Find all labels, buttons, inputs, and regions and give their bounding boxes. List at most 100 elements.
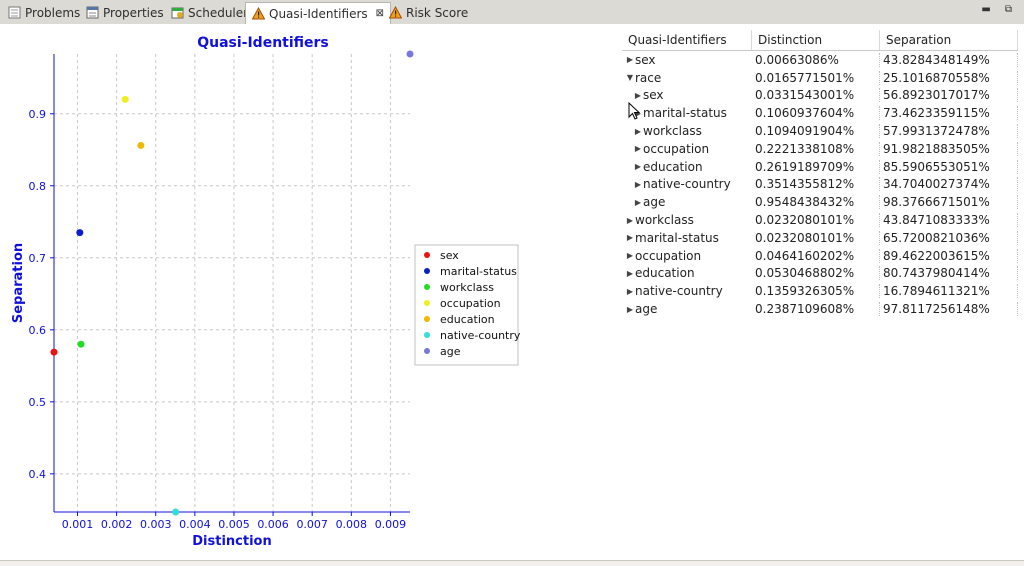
data-point-occupation xyxy=(121,95,129,103)
separation-cell: 25.1016870558% xyxy=(880,70,1018,85)
chart-title: Quasi-Identifiers xyxy=(197,35,329,51)
quasi-identifier-cell: ▶ sex xyxy=(622,88,752,102)
table-row[interactable]: ▶ education 0.0530468802% 80.7437980414% xyxy=(622,265,1018,283)
separation-cell: 97.8117256148% xyxy=(880,302,1018,317)
y-tick-label: 0.7 xyxy=(29,252,47,265)
legend-label-marital-status: marital-status xyxy=(440,265,517,278)
minimize-icon[interactable]: ▬ xyxy=(981,4,990,15)
table-header: Quasi-Identifiers Distinction Separation xyxy=(622,30,1018,51)
row-name: workclass xyxy=(643,124,702,139)
tab-quasi-identifiers[interactable]: Quasi-Identifiers ⊠ xyxy=(245,2,392,24)
row-name: workclass xyxy=(635,213,694,228)
table-row[interactable]: ▶ marital-status 0.1060937604% 73.462335911… xyxy=(622,104,1018,122)
expand-arrow-icon[interactable]: ▶ xyxy=(633,180,643,189)
quasi-identifier-cell: ▶ native-country xyxy=(622,177,752,191)
expand-arrow-icon[interactable]: ▶ xyxy=(625,55,635,64)
distinction-cell: 0.3514355812% xyxy=(752,177,880,192)
y-tick-label: 0.5 xyxy=(29,396,47,409)
y-tick-label: 0.9 xyxy=(29,108,47,121)
row-name: sex xyxy=(635,52,656,67)
quasi-identifier-cell: ▶ workclass xyxy=(622,124,752,138)
separation-cell: 65.7200821036% xyxy=(880,230,1018,245)
column-header-separation[interactable]: Separation xyxy=(880,30,1018,50)
view-tab-bar: ▬ ⧉ Problems Properties Scheduler Quasi-Ide… xyxy=(0,0,1024,25)
table-row[interactable]: ▶ occupation 0.2221338108% 91.9821883505% xyxy=(622,140,1018,158)
column-header-distinction[interactable]: Distinction xyxy=(752,30,880,50)
table-row[interactable]: ▶ sex 0.0331543001% 56.8923017017% xyxy=(622,87,1018,105)
expand-arrow-icon[interactable]: ▶ xyxy=(633,91,643,100)
table-row[interactable]: ▶ age 0.2387109608% 97.8117256148% xyxy=(622,300,1018,318)
quasi-identifier-cell: ▶ age xyxy=(622,302,752,316)
row-name: native-country xyxy=(635,284,723,299)
legend-marker-native-country xyxy=(424,332,430,338)
expand-arrow-icon[interactable]: ▶ xyxy=(625,233,635,242)
expand-arrow-icon[interactable]: ▶ xyxy=(633,127,643,136)
distinction-cell: 0.2387109608% xyxy=(752,302,880,317)
data-point-education xyxy=(137,141,145,149)
legend-label-sex: sex xyxy=(440,249,459,262)
x-tick-label: 0.009 xyxy=(375,518,407,531)
expand-arrow-icon[interactable]: ▶ xyxy=(633,198,643,207)
expand-arrow-icon[interactable]: ▶ xyxy=(625,269,635,278)
quasi-identifier-cell: ▶ occupation xyxy=(622,142,752,156)
distinction-cell: 0.1094091904% xyxy=(752,124,880,139)
quasi-identifier-cell: ▶ occupation xyxy=(622,249,752,263)
distinction-cell: 0.9548438432% xyxy=(752,195,880,210)
expand-arrow-icon[interactable]: ▶ xyxy=(625,305,635,314)
x-axis-label: Distinction xyxy=(192,534,271,549)
distinction-cell: 0.0331543001% xyxy=(752,88,880,103)
quasi-identifiers-tree-table: Quasi-Identifiers Distinction Separation… xyxy=(622,30,1018,318)
x-tick-label: 0.005 xyxy=(218,518,250,531)
restore-icon[interactable]: ⧉ xyxy=(1005,4,1012,15)
tab-properties[interactable]: Properties xyxy=(80,2,170,23)
expand-arrow-icon[interactable]: ▶ xyxy=(625,216,635,225)
separation-cell: 89.4622003615% xyxy=(880,248,1018,263)
legend-marker-marital-status xyxy=(424,268,430,274)
quasi-identifiers-chart: Quasi-Identifiers 0.001 0.002 0.003 0.004 0.0… xyxy=(11,35,521,549)
table-row[interactable]: ▶ workclass 0.0232080101% 43.8471083333% xyxy=(622,211,1018,229)
expand-arrow-icon[interactable]: ▶ xyxy=(625,251,635,260)
separation-cell: 34.7040027374% xyxy=(880,177,1018,192)
row-name: occupation xyxy=(635,248,702,263)
data-point-sex xyxy=(50,348,58,356)
table-row[interactable]: ▶ marital-status 0.0232080101% 65.720082103… xyxy=(622,229,1018,247)
y-tick-label: 0.4 xyxy=(29,468,47,481)
collapse-arrow-icon[interactable]: ▼ xyxy=(625,73,635,82)
table-row[interactable]: ▼ race 0.0165771501% 25.1016870558% xyxy=(622,69,1018,87)
separation-cell: 16.7894611321% xyxy=(880,284,1018,299)
properties-icon xyxy=(86,6,99,19)
distinction-cell: 0.0232080101% xyxy=(752,213,880,228)
warning-icon xyxy=(389,6,402,19)
x-tick-label: 0.008 xyxy=(336,518,368,531)
table-row[interactable]: ▶ education 0.2619189709% 85.5906553051% xyxy=(622,158,1018,176)
row-name: native-country xyxy=(643,177,731,192)
table-row[interactable]: ▶ native-country 0.3514355812% 34.704002737… xyxy=(622,176,1018,194)
legend-marker-occupation xyxy=(424,300,430,306)
legend-marker-sex xyxy=(424,252,430,258)
tab-problems[interactable]: Problems xyxy=(2,2,86,23)
distinction-cell: 0.0530468802% xyxy=(752,266,880,281)
distinction-cell: 0.0165771501% xyxy=(752,70,880,85)
table-row[interactable]: ▶ native-country 0.1359326305% 16.789461132… xyxy=(622,282,1018,300)
separation-cell: 85.5906553051% xyxy=(880,159,1018,174)
expand-arrow-icon[interactable]: ▶ xyxy=(625,287,635,296)
quasi-identifiers-view: Quasi-Identifiers 0.001 0.002 0.003 0.004 0.0… xyxy=(0,24,1024,565)
table-row[interactable]: ▶ occupation 0.0464160202% 89.4622003615% xyxy=(622,247,1018,265)
data-point-age xyxy=(406,50,414,58)
quasi-identifier-cell: ▶ marital-status xyxy=(622,231,752,245)
tab-scheduler[interactable]: Scheduler xyxy=(165,2,254,23)
quasi-identifier-cell: ▶ age xyxy=(622,195,752,209)
tab-risk-score[interactable]: Risk Score xyxy=(383,2,474,23)
row-name: education xyxy=(635,266,695,281)
x-tick-label: 0.003 xyxy=(140,518,172,531)
quasi-identifier-cell: ▶ sex xyxy=(622,53,752,67)
table-row[interactable]: ▶ age 0.9548438432% 98.3766671501% xyxy=(622,193,1018,211)
y-tick-label: 0.8 xyxy=(29,180,47,193)
window-controls: ▬ ⧉ xyxy=(981,4,1012,15)
distinction-cell: 0.2619189709% xyxy=(752,159,880,174)
table-row[interactable]: ▶ workclass 0.1094091904% 57.9931372478% xyxy=(622,122,1018,140)
table-row[interactable]: ▶ sex 0.00663086% 43.8284348149% xyxy=(622,51,1018,69)
expand-arrow-icon[interactable]: ▶ xyxy=(633,162,643,171)
expand-arrow-icon[interactable]: ▶ xyxy=(633,144,643,153)
column-header-quasi-identifiers[interactable]: Quasi-Identifiers xyxy=(622,30,752,50)
